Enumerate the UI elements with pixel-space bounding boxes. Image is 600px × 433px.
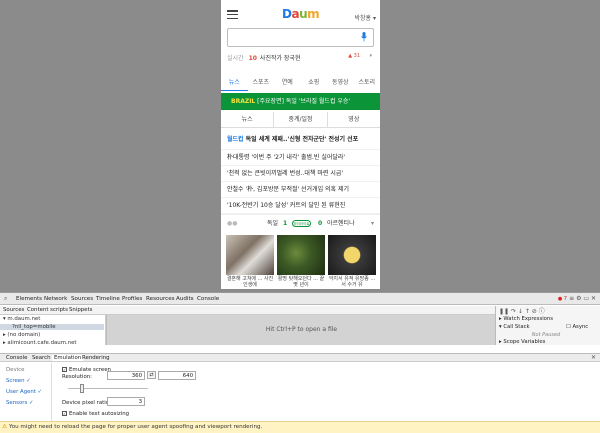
debugger-sidebar: ❚❚ ↷ ↓ ↑ ⊘ ⓘ ▸ Watch Expressions ▾ Call … [495,306,600,345]
emulate-screen-checkbox[interactable]: ✓ Emulate screen [62,367,111,373]
worldcup-banner[interactable]: BRAZIL [주요장면] 독일 '브라질 월드컵 우승' [221,93,380,110]
settings-icon[interactable]: ≡ ⚙ ▭ ✕ [569,295,596,302]
file-navigator: ▾ m.daum.net ?nil_top=mobile ▸ (no domai… [0,315,106,346]
emulation-nav-user-agent[interactable]: User Agent ✓ [6,389,42,395]
realtime-keyword[interactable]: 실시간 10 사진작가 장국현 ▲ 31 ▾ [227,53,374,65]
checkbox-icon: ✓ [62,367,67,372]
tab-entertainment[interactable]: 연예 [274,77,301,91]
async-checkbox[interactable]: ☐ Async [566,324,588,330]
tree-item-selected[interactable]: ?nil_top=mobile [0,324,104,330]
mic-icon[interactable] [361,32,367,42]
tree-item[interactable]: ▾ m.daum.net [3,316,40,322]
news-item[interactable]: 朴대통령 '이번 주 '2기 내각' 출범.빈 실어달라' [221,150,380,166]
scope-variables[interactable]: ▸ Scope Variables [499,339,545,345]
tab-shopping[interactable]: 쇼핑 [301,77,328,91]
mobile-header: Daum 박창홍 ▾ [221,0,380,28]
tab-sports[interactable]: 스포츠 [248,77,275,91]
category-tabs: 뉴스 스포츠 연예 쇼핑 동영상 스토리 [221,77,380,91]
team1-name: 독일 [267,220,279,227]
drawer-tab-emulation[interactable]: Emulation [52,355,84,361]
source-editor[interactable]: Hit Ctrl+P to open a file [106,315,495,345]
tab-network[interactable]: Network [44,296,67,302]
drawer-tabs: Console Search Emulation Rendering ✕ [0,353,600,362]
photo-thumbnails: 결혼해 고쳐에 ... 사진 인생에 활명 탓해오던다 ... 끝 몇 년이 악… [226,235,376,289]
news-item[interactable]: 월드컵 독일 세계 제패..'신형 전차군단' 전성기 선포 [221,130,380,150]
emulated-page: Daum 박창홍 ▾ 실시간 10 사진작가 장국현 ▲ 31 ▾ 뉴스 스포츠 연… [221,0,380,289]
subtab-video[interactable]: 영상 [328,112,380,127]
tab-audits[interactable]: Audits [176,296,194,302]
thumbnail[interactable]: 활명 탓해오던다 ... 끝 몇 년이 [277,235,325,289]
tab-console[interactable]: Console [197,296,219,302]
thumbnail[interactable]: 악지서 유적 유망종 ... 서 수거 유 [328,235,376,289]
tab-content-scripts[interactable]: Content scripts [27,307,68,313]
chevron-down-icon[interactable]: ▾ [371,215,374,233]
zoom-slider[interactable] [68,384,148,393]
news-item[interactable]: '10K-전반기 10승 달성' 커트의 달인 된 류현진 [221,198,380,214]
daum-logo[interactable]: Daum [282,7,320,21]
resolution-height-input[interactable] [158,371,196,380]
tab-snippets[interactable]: Snippets [69,307,92,313]
highlight-badge: 하이라이트 [292,220,311,227]
inspect-icon[interactable]: ⌕ [4,295,7,303]
thumbnail-image [328,235,376,275]
editor-hint: Hit Ctrl+P to open a file [265,326,338,333]
team2-score: 0 [318,220,323,227]
devtools-toolbar: ⌕ Elements Network Sources Timeline Prof… [0,293,600,305]
dpr-label: Device pixel ratio: [62,400,111,406]
drawer-tab-search[interactable]: Search [32,355,51,361]
chevron-down-icon[interactable]: ▾ [369,53,372,59]
emulation-nav-sensors[interactable]: Sensors ✓ [6,400,34,406]
drawer-tab-console[interactable]: Console [6,355,27,361]
error-count[interactable]: ● 7 [558,296,567,302]
subtab-news[interactable]: 뉴스 [221,112,275,127]
tree-item[interactable]: ▸ (no domain) [3,332,40,338]
search-input[interactable] [227,28,374,47]
warning-icon: ⚠ [2,424,8,430]
tab-sources[interactable]: Sources [71,296,93,302]
checkbox-icon: ✓ [62,411,67,416]
tab-video[interactable]: 동영상 [327,77,354,91]
not-paused-label: Not Paused [531,332,561,338]
tab-resources[interactable]: Resources [146,296,175,302]
device-pixel-ratio-input[interactable] [107,397,145,406]
tab-elements[interactable]: Elements [16,296,42,302]
text-autosizing-checkbox[interactable]: ✓ Enable text autosizing [62,411,129,417]
close-icon[interactable]: ✕ [591,354,596,361]
emulation-nav-screen[interactable]: Screen ✓ [6,378,31,384]
resolution-label: Resolution: [62,374,92,380]
team2-name: 아르헨티나 [327,220,355,227]
swap-dimensions-button[interactable]: ⇄ [147,371,156,379]
user-name[interactable]: 박창홍 ▾ [355,13,376,22]
tab-sources-files[interactable]: Sources [3,307,24,313]
call-stack[interactable]: ▾ Call Stack [499,324,530,330]
news-item[interactable]: 안철수 '朴, 김포방문 부적절' 선거개입 의혹 제기 [221,182,380,198]
thumbnail[interactable]: 결혼해 고쳐에 ... 사진 인생에 [226,235,274,289]
team1-score: 1 [283,220,288,227]
tab-profiles[interactable]: Profiles [122,296,142,302]
rank-change: ▲ 31 [348,53,360,59]
emulation-nav: Device Screen ✓ User Agent ✓ Sensors ✓ [0,363,52,421]
tab-news[interactable]: 뉴스 [221,77,248,91]
menu-icon[interactable] [227,10,238,20]
dots-icon: ●● [227,220,238,227]
thumbnail-image [277,235,325,275]
match-score[interactable]: ●● 독일 1 하이라이트 0 아르헨티나 ▾ [221,214,380,232]
thumbnail-image [226,235,274,275]
tab-timeline[interactable]: Timeline [96,296,120,302]
news-list: 월드컵 독일 세계 제패..'신형 전차군단' 전성기 선포 朴대통령 '이번 … [221,130,380,214]
resolution-width-input[interactable] [107,371,145,380]
emulation-screen-settings: ✓Emulate screen Resolution: ⇄ Device pix… [52,363,600,421]
drawer-tab-rendering[interactable]: Rendering [82,355,110,361]
debugger-controls[interactable]: ❚❚ ↷ ↓ ↑ ⊘ ⓘ [499,306,545,315]
sub-tabs: 뉴스 중계/일정 영상 [221,112,380,128]
slider-knob[interactable] [80,384,84,393]
reload-warning: ⚠ You might need to reload the page for p… [0,421,600,433]
devtools-panel: ⌕ Elements Network Sources Timeline Prof… [0,292,600,433]
tab-story[interactable]: 스토리 [354,77,381,91]
news-item[interactable]: '천적 없는 큰빗이끼벌레 번성..대책 마련 시급' [221,166,380,182]
emulation-nav-device[interactable]: Device [6,367,24,373]
watch-expressions[interactable]: ▸ Watch Expressions [499,316,553,322]
tree-item[interactable]: ▸ alimicount.cafe.daum.net [3,340,77,346]
subtab-schedule[interactable]: 중계/일정 [274,112,328,127]
